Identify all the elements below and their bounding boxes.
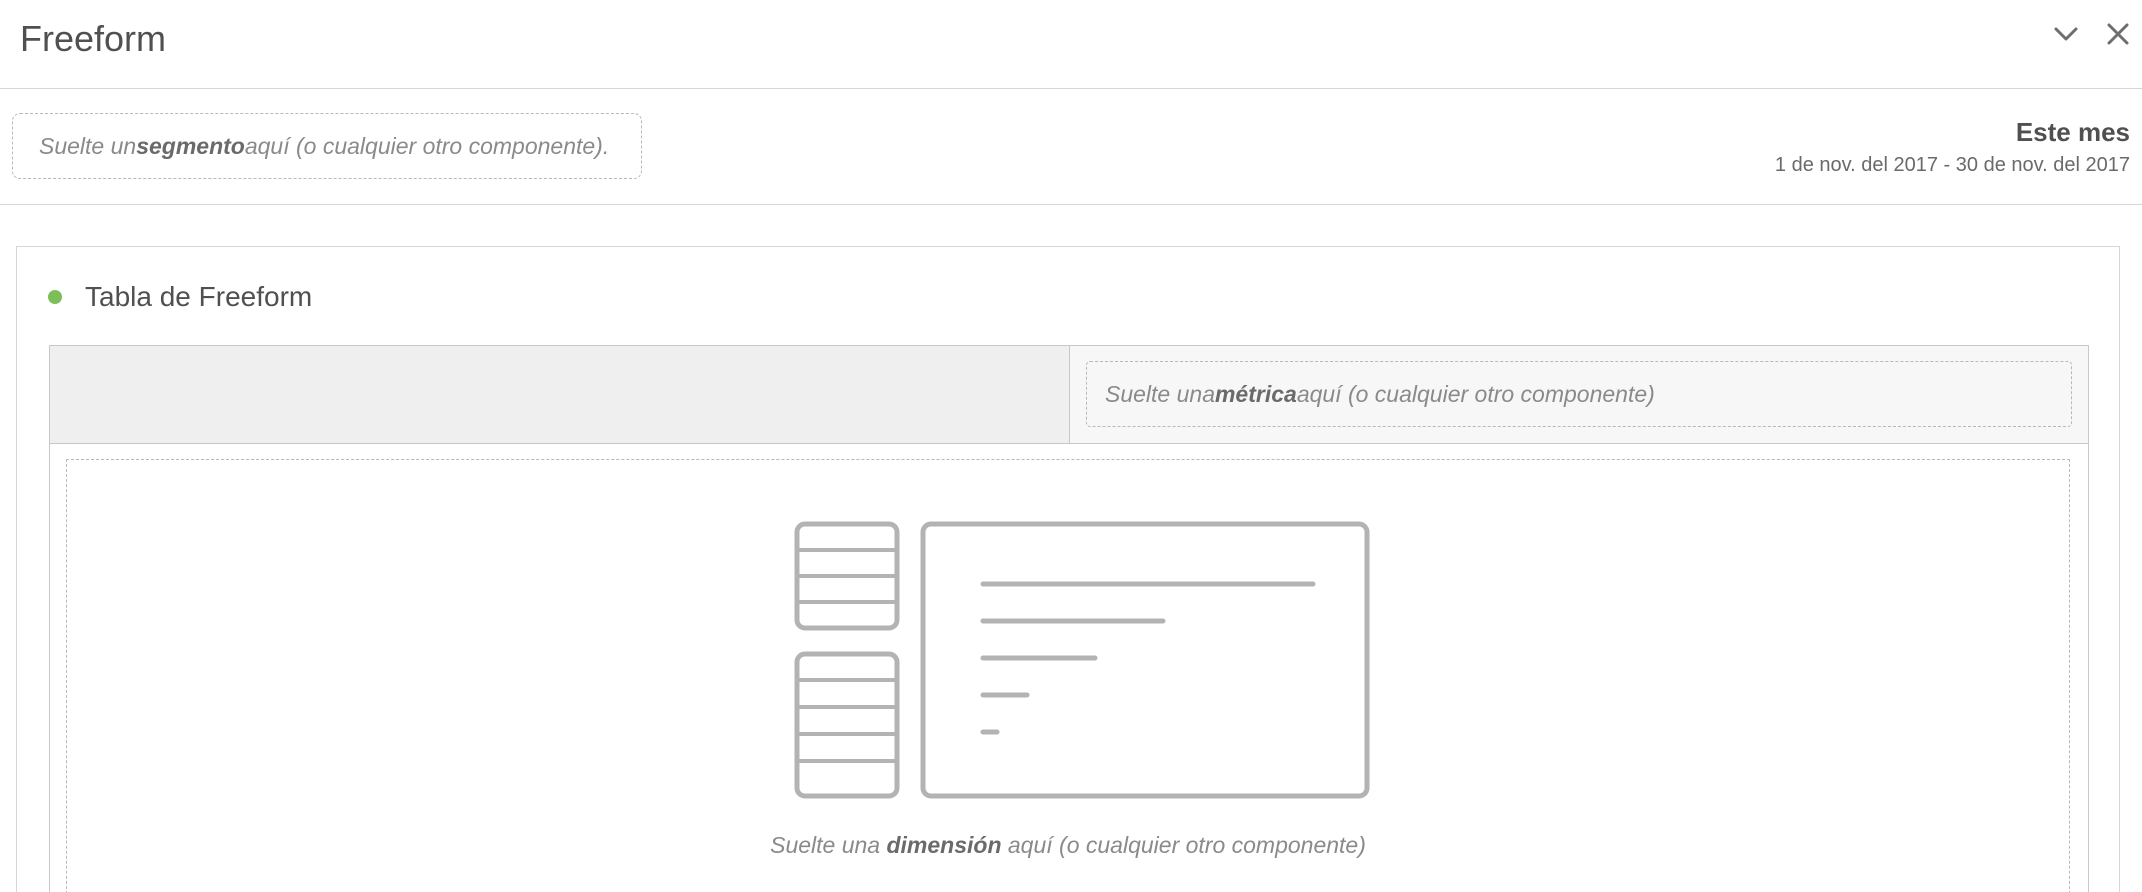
metric-drop-zone[interactable]: Suelte una métrica aquí (o cualquier otr… (1086, 361, 2072, 427)
panel-header: Freeform (0, 0, 2142, 89)
metric-drop-keyword: métrica (1214, 380, 1297, 407)
dimension-drop-keyword: dimensión (886, 832, 1002, 858)
segment-bar: Suelte un segmento aquí (o cualquier otr… (0, 89, 2142, 205)
table-header-metric-cell: Suelte una métrica aquí (o cualquier otr… (1070, 346, 2088, 443)
dimension-drop-text: Suelte una dimensión aquí (o cualquier o… (67, 832, 2069, 859)
status-dot (48, 290, 62, 304)
segment-drop-keyword: segmento (136, 132, 245, 159)
card-title[interactable]: Tabla de Freeform (85, 281, 312, 313)
freeform-table: Suelte una métrica aquí (o cualquier otr… (49, 345, 2089, 892)
dimension-drop-suffix: aquí (o cualquier otro componente) (1001, 832, 1366, 858)
segment-drop-zone[interactable]: Suelte un segmento aquí (o cualquier otr… (12, 113, 642, 179)
table-header: Suelte una métrica aquí (o cualquier otr… (50, 346, 2088, 444)
freeform-table-illustration (794, 521, 1370, 799)
date-range-label: Este mes (2015, 117, 2130, 147)
metric-drop-suffix: aquí (o cualquier otro componente) (1296, 380, 1655, 407)
freeform-panel: Freeform Suelte un segmento aquí (o cual… (0, 0, 2142, 892)
metric-drop-prefix: Suelte una (1105, 380, 1215, 407)
segment-drop-prefix: Suelte un (39, 132, 137, 159)
freeform-table-card: Tabla de Freeform Suelte una métrica aqu… (16, 246, 2120, 892)
dimension-drop-zone[interactable]: Suelte una dimensión aquí (o cualquier o… (66, 459, 2070, 892)
panel-title: Freeform (20, 18, 167, 59)
chevron-down-icon[interactable] (2046, 14, 2086, 54)
date-range-picker[interactable]: Este mes 1 de nov. del 2017 - 30 de nov.… (1775, 117, 2130, 177)
table-header-dimension-cell (50, 346, 1070, 443)
close-icon[interactable] (2098, 14, 2138, 54)
segment-drop-suffix: aquí (o cualquier otro componente). (244, 132, 610, 159)
date-range-value: 1 de nov. del 2017 - 30 de nov. del 2017 (1774, 154, 2130, 176)
dimension-drop-prefix: Suelte una (770, 832, 887, 858)
